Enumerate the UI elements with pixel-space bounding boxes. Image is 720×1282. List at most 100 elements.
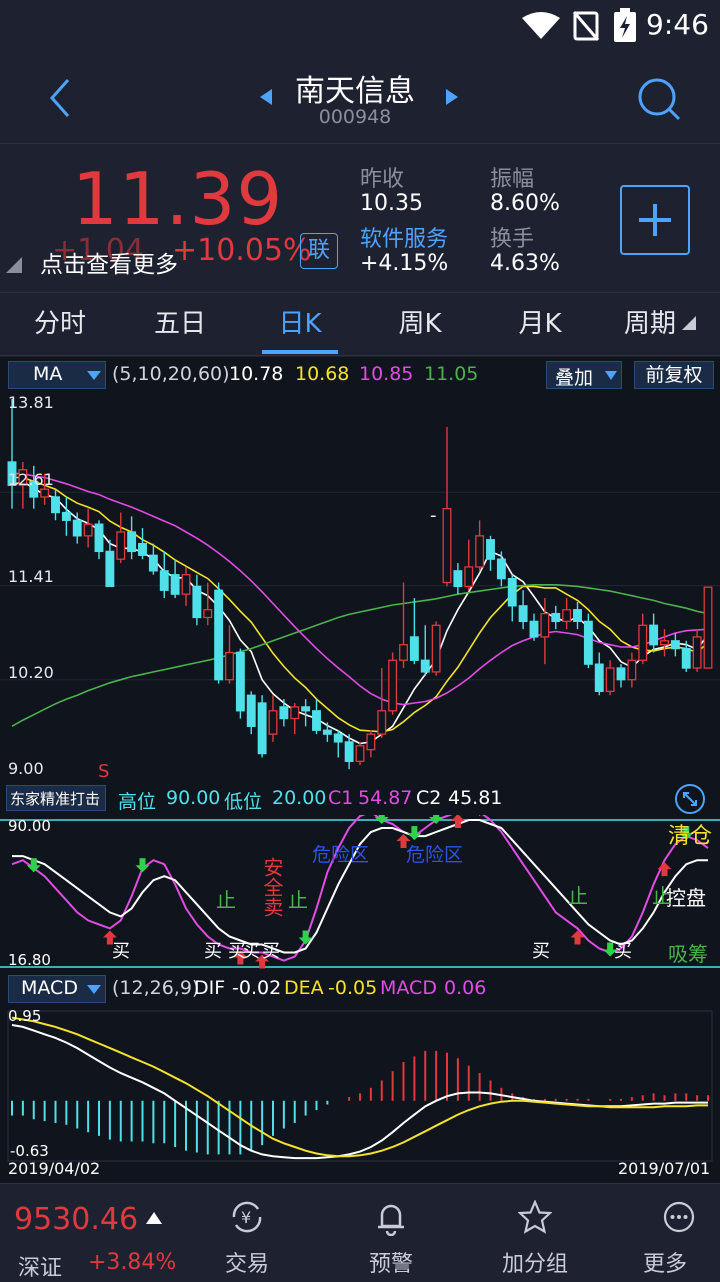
more-tooltip[interactable]: 点击查看更多	[40, 245, 178, 279]
next-stock-icon[interactable]	[444, 88, 460, 106]
buy-label: 买	[112, 941, 130, 962]
ma-params: (5,10,20,60)	[112, 363, 230, 385]
candle-down	[148, 554, 158, 572]
date-end: 2019/07/01	[618, 1159, 711, 1178]
status-bar: 9:46	[0, 0, 720, 52]
plus-icon	[639, 204, 671, 236]
add-watchlist-button[interactable]	[620, 185, 690, 255]
search-icon[interactable]	[636, 76, 682, 122]
back-arrow-icon[interactable]	[40, 76, 80, 120]
candle-up	[660, 640, 669, 646]
status-time: 9:46	[646, 8, 709, 41]
candle-down	[409, 636, 419, 661]
period-dropdown-icon	[682, 316, 696, 330]
chart-area[interactable]: MA (5,10,20,60) 10.78 10.68 10.85 11.05 …	[0, 357, 720, 1183]
nav-trade-label: 交易	[224, 1252, 269, 1277]
candle-down	[301, 706, 311, 712]
tab-five-day[interactable]: 五日	[120, 294, 240, 356]
candle-down	[246, 694, 256, 727]
candle-down	[594, 663, 604, 693]
adjust-button[interactable]: 前复权	[634, 361, 714, 389]
candle-up	[464, 566, 474, 588]
candle-up	[290, 706, 300, 720]
overlay-button[interactable]: 叠加	[546, 361, 622, 389]
candle-down	[529, 620, 539, 638]
candle-down	[105, 550, 115, 588]
candle-up	[377, 710, 387, 735]
tab-monthly-k[interactable]: 月K	[480, 294, 600, 356]
expand-icon[interactable]	[674, 783, 706, 815]
turnover-value: 4.63%	[490, 251, 560, 276]
sector-name[interactable]: 软件服务	[360, 221, 448, 253]
osc-line-c1	[11, 815, 709, 962]
buy-label: 买	[532, 941, 550, 962]
active-tab-indicator	[262, 350, 338, 354]
no-signal-icon	[572, 11, 600, 41]
oscillator-chart[interactable]: 90.00 16.80 清仓 控盘 吸筹 买 买 买 买 买 买 买 止 止 止…	[0, 815, 720, 973]
dea-value: -0.05	[328, 977, 378, 999]
buy-label: 买	[242, 941, 260, 962]
osc-c2-value: 45.81	[448, 787, 503, 809]
tab-daily-k[interactable]: 日K	[240, 294, 360, 356]
chevron-down-icon	[87, 985, 101, 994]
candle-up	[203, 609, 213, 619]
sell-signal-marker: S	[98, 761, 109, 779]
candle-down	[170, 574, 180, 595]
bell-icon	[378, 1204, 404, 1236]
chevron-down-icon	[605, 371, 617, 380]
index-value[interactable]: 9530.46	[14, 1202, 138, 1237]
y-label-2: 12.61	[8, 470, 54, 489]
corner-triangle-icon	[6, 257, 22, 273]
danger-zone-label: 危险区	[312, 844, 369, 866]
candle-up	[638, 624, 648, 661]
candle-down	[496, 558, 506, 580]
quote-panel[interactable]: 11.39 +1.04 +10.05% 联 点击查看更多 昨收 10.35 软件…	[0, 145, 720, 293]
y-label-4: 10.20	[8, 663, 54, 682]
candle-down	[670, 640, 680, 650]
nav-more-label: 更多	[642, 1252, 687, 1277]
ma-indicator-select[interactable]: MA	[8, 361, 106, 389]
macd-line-dea	[11, 1016, 708, 1158]
candle-down	[551, 612, 561, 623]
macd-y-bottom: -0.63	[10, 1142, 49, 1160]
price-change-pct: +10.05%	[172, 233, 312, 268]
tag-clear-position: 清仓	[668, 824, 712, 849]
ma-line-ma10	[12, 476, 709, 733]
dif-value: -0.02	[232, 977, 282, 999]
tab-weekly-k[interactable]: 周K	[360, 294, 480, 356]
candle-down	[257, 702, 267, 755]
stop-label: 止	[288, 888, 308, 912]
osc-high-label: 高位	[118, 791, 157, 813]
candle-up	[116, 531, 126, 560]
y-label-max: 13.81	[8, 393, 54, 412]
candle-down	[681, 647, 691, 669]
macd-line-dif	[11, 1024, 708, 1160]
macd-indicator-select[interactable]: MACD	[8, 975, 106, 1003]
adjust-label: 前复权	[645, 364, 703, 386]
candle-down	[583, 620, 593, 665]
index-change: +3.84%	[88, 1250, 177, 1275]
index-name: 深证	[18, 1256, 63, 1281]
macd-label: MACD	[380, 977, 437, 999]
kline-chart[interactable]: 13.81 12.61 11.41 10.20 9.00 S -	[0, 393, 720, 779]
link-badge[interactable]: 联	[300, 233, 338, 269]
candle-down	[486, 539, 495, 560]
osc-c1-value: 54.87	[358, 787, 413, 809]
tag-control: 控盘	[666, 886, 706, 910]
y-label-min: 9.00	[8, 759, 44, 778]
osc-indicator-select[interactable]: 东家精准打击	[6, 785, 106, 811]
ma-indicator-label: MA	[33, 363, 63, 385]
ma-line-ma60	[11, 584, 709, 727]
prev-stock-icon[interactable]	[258, 88, 274, 106]
candle-down	[72, 519, 82, 537]
candle-down	[453, 570, 463, 588]
macd-chart[interactable]: 0.95 -0.63	[0, 1007, 720, 1162]
nav-alert-label: 预警	[368, 1252, 413, 1277]
tab-intraday[interactable]: 分时	[0, 294, 120, 356]
danger-zone-label: 危险区	[406, 844, 463, 866]
candle-down	[344, 741, 354, 762]
candle-down	[94, 523, 104, 553]
nav-add-group-label: 加分组	[501, 1252, 568, 1277]
candle-down	[573, 609, 582, 623]
osc-y-top: 90.00	[8, 817, 51, 835]
